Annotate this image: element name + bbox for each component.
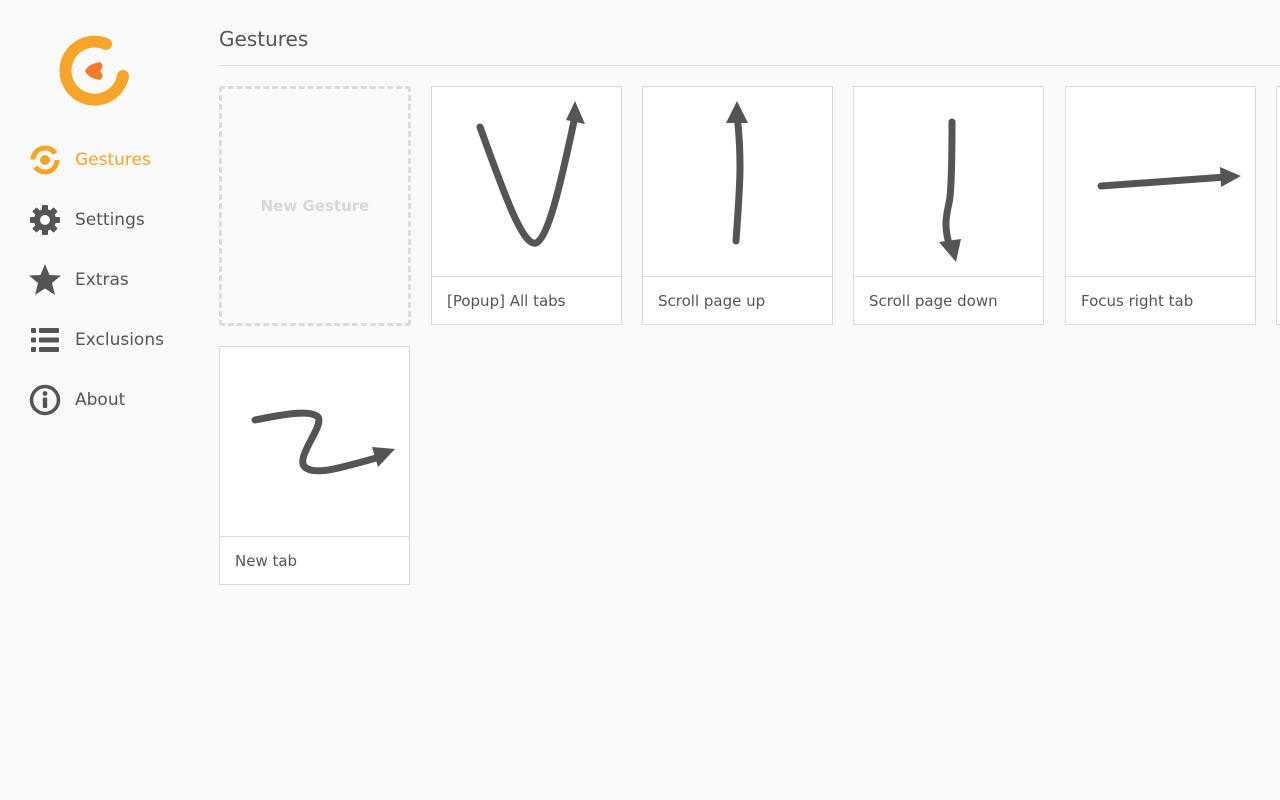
gesture-label: New tab: [220, 536, 409, 584]
gestures-icon: [28, 143, 62, 177]
gesture-label: Scroll page up: [643, 276, 832, 324]
new-gesture-label: New Gesture: [260, 197, 370, 215]
info-icon: [28, 383, 62, 417]
sidebar-item-about[interactable]: About: [28, 380, 200, 420]
gesture-card-partial[interactable]: [1276, 86, 1280, 325]
gesture-preview: [1066, 87, 1255, 276]
sidebar-item-label: Extras: [75, 270, 129, 290]
gesture-preview: [432, 87, 621, 276]
title-divider: [219, 65, 1280, 66]
sidebar-item-label: Gestures: [75, 150, 151, 170]
gesture-card[interactable]: [Popup] All tabs: [431, 86, 622, 325]
gesture-preview: [854, 87, 1043, 276]
sidebar-item-label: Settings: [75, 210, 145, 230]
sidebar-item-gestures[interactable]: Gestures: [28, 140, 200, 180]
list-icon: [28, 323, 62, 357]
gesture-card[interactable]: Scroll page down: [853, 86, 1044, 325]
gesture-label: [Popup] All tabs: [432, 276, 621, 324]
gesture-card[interactable]: New tab: [219, 346, 410, 585]
sidebar-nav: Gestures Settings Extras Exclusions Abou…: [28, 140, 200, 440]
main-content: Gestures New Gesture [Popup] All tabs Sc…: [219, 0, 1280, 800]
new-gesture-button[interactable]: New Gesture: [219, 86, 411, 326]
gesturefy-logo: [58, 34, 132, 108]
gesture-card[interactable]: Scroll page up: [642, 86, 833, 325]
sidebar-item-label: About: [75, 390, 126, 410]
sidebar-item-label: Exclusions: [75, 330, 164, 350]
sidebar-item-settings[interactable]: Settings: [28, 200, 200, 240]
gear-icon: [28, 203, 62, 237]
gesture-label: Focus right tab: [1066, 276, 1255, 324]
sidebar: Gestures Settings Extras Exclusions Abou…: [0, 0, 200, 800]
gesture-preview: [220, 347, 409, 536]
gesture-grid: New Gesture [Popup] All tabs Scroll page…: [219, 86, 1280, 586]
gesture-card[interactable]: Focus right tab: [1065, 86, 1256, 325]
gesture-label: Scroll page down: [854, 276, 1043, 324]
gesture-preview: [643, 87, 832, 276]
sidebar-item-extras[interactable]: Extras: [28, 260, 200, 300]
page-title: Gestures: [219, 27, 309, 51]
star-icon: [28, 263, 62, 297]
sidebar-item-exclusions[interactable]: Exclusions: [28, 320, 200, 360]
